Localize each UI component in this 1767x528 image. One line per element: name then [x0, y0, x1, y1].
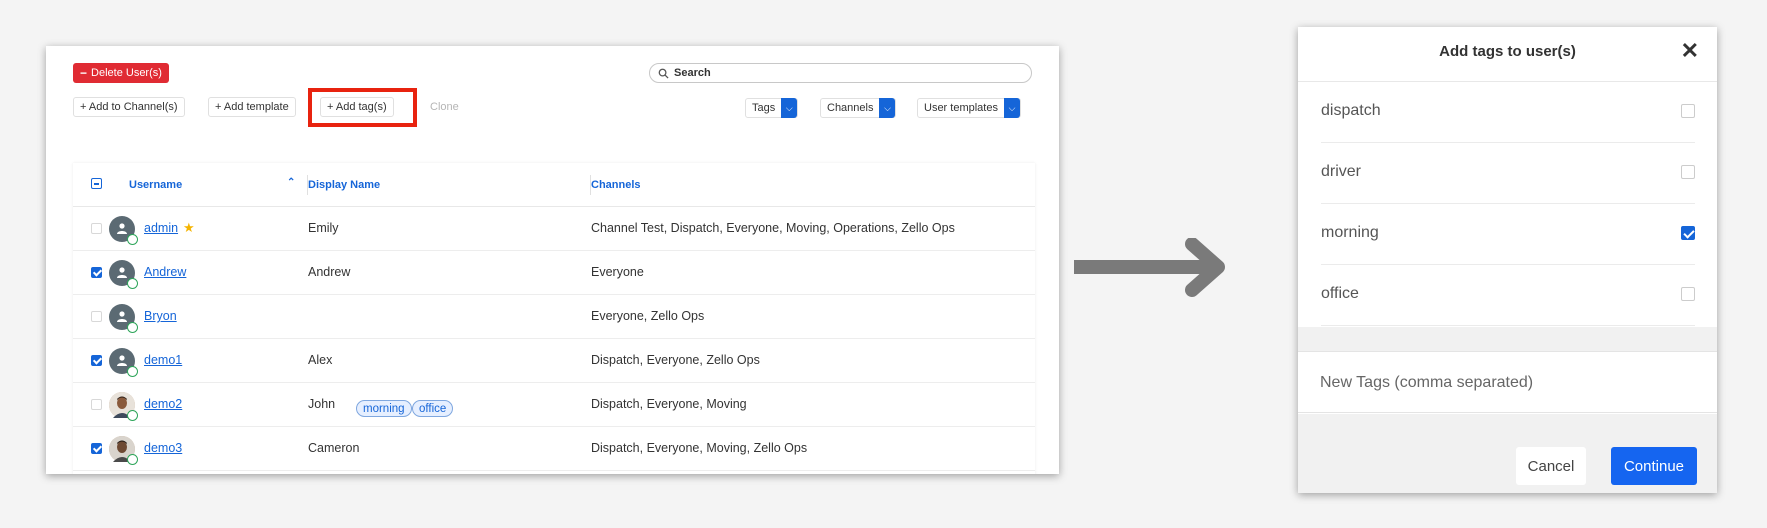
avatar	[109, 348, 138, 377]
user-icon	[117, 355, 127, 366]
delete-users-label: Delete User(s)	[91, 67, 162, 79]
username-link[interactable]: demo3	[144, 441, 182, 455]
select-all-checkbox[interactable]	[91, 178, 102, 189]
minus-icon: −	[80, 66, 88, 80]
continue-button[interactable]: Continue	[1611, 447, 1697, 485]
tag-option-label: office	[1321, 285, 1359, 302]
search-input[interactable]: Search	[649, 63, 1032, 83]
username-link[interactable]: admin	[144, 221, 178, 235]
channels-cell: Everyone	[591, 265, 644, 279]
chevron-down-icon: ⌵	[879, 98, 896, 118]
online-status-icon	[127, 322, 138, 333]
search-placeholder: Search	[674, 67, 711, 79]
username-link[interactable]: demo2	[144, 397, 182, 411]
online-status-icon	[127, 410, 138, 421]
row-checkbox[interactable]	[91, 223, 102, 234]
cancel-button[interactable]: Cancel	[1516, 447, 1586, 485]
new-tags-input[interactable]	[1320, 370, 1690, 396]
row-checkbox[interactable]	[91, 443, 102, 454]
dialog-title: Add tags to user(s)	[1439, 43, 1576, 60]
row-checkbox[interactable]	[91, 399, 102, 410]
sort-up-icon[interactable]: ⌃	[287, 177, 295, 188]
table-row[interactable]: Andrew Andrew Everyone	[73, 251, 1035, 295]
channels-filter-dropdown[interactable]: Channels ⌵	[820, 98, 897, 118]
user-icon	[117, 267, 127, 278]
avatar	[109, 216, 138, 245]
display-name: John	[308, 397, 336, 411]
tag-option-checkbox[interactable]	[1681, 104, 1695, 118]
tag-option-checkbox[interactable]	[1681, 287, 1695, 301]
display-name: Alex	[308, 353, 333, 367]
display-name: Emily	[308, 221, 339, 235]
tag-option-label: dispatch	[1321, 102, 1381, 119]
tag-option[interactable]: dispatch	[1321, 82, 1695, 143]
add-to-channels-button[interactable]: + Add to Channel(s)	[73, 97, 185, 117]
spacer	[1298, 327, 1717, 351]
table-header: Username ⌃ Display Name Channels	[73, 163, 1035, 207]
table-row[interactable]: demo1 Alex Dispatch, Everyone, Zello Ops	[73, 339, 1035, 383]
chevron-down-icon: ⌵	[1003, 98, 1020, 118]
username-column-header[interactable]: Username	[129, 179, 182, 191]
user-management-window: − Delete User(s) Search + Add to Channel…	[46, 46, 1059, 474]
table-row[interactable]: demo3 Cameron Dispatch, Everyone, Moving…	[73, 427, 1035, 471]
tag-option[interactable]: driver	[1321, 143, 1695, 204]
tag-chip[interactable]: office	[412, 400, 454, 417]
channels-cell: Dispatch, Everyone, Moving	[591, 397, 747, 411]
table-row[interactable]: admin ★ Emily Channel Test, Dispatch, Ev…	[73, 207, 1035, 251]
tag-option-checkbox[interactable]	[1681, 165, 1695, 179]
table-row[interactable]: demo2 John morning office Dispatch, Ever…	[73, 383, 1035, 427]
tag-chip[interactable]: morning	[356, 400, 412, 417]
tag-option[interactable]: office	[1321, 265, 1695, 326]
username-link[interactable]: Bryon	[144, 309, 177, 323]
online-status-icon	[127, 278, 138, 289]
online-status-icon	[127, 366, 138, 377]
display-name-column-header[interactable]: Display Name	[308, 179, 380, 191]
username-link[interactable]: demo1	[144, 353, 182, 367]
star-icon: ★	[183, 220, 195, 235]
user-templates-filter-dropdown[interactable]: User templates ⌵	[917, 98, 1021, 118]
avatar	[109, 436, 138, 465]
channels-cell: Dispatch, Everyone, Zello Ops	[591, 353, 760, 367]
delete-users-button[interactable]: − Delete User(s)	[73, 63, 169, 83]
right-arrow-icon	[1074, 238, 1225, 297]
channels-cell: Channel Test, Dispatch, Everyone, Moving…	[591, 221, 955, 235]
search-icon	[658, 68, 669, 79]
username-link[interactable]: Andrew	[144, 265, 186, 279]
users-table: Username ⌃ Display Name Channels admin ★…	[73, 163, 1035, 474]
user-templates-filter-label: User templates	[924, 102, 998, 114]
channels-cell: Everyone, Zello Ops	[591, 309, 705, 323]
avatar	[109, 260, 138, 289]
display-name: Andrew	[308, 265, 351, 279]
add-tags-dialog: Add tags to user(s) ✕ dispatch driver mo…	[1298, 27, 1717, 493]
tag-option[interactable]: morning	[1321, 204, 1695, 265]
row-checkbox[interactable]	[91, 311, 102, 322]
online-status-icon	[127, 454, 138, 465]
close-icon[interactable]: ✕	[1681, 38, 1699, 64]
add-template-button[interactable]: + Add template	[208, 97, 296, 117]
row-checkbox[interactable]	[91, 267, 102, 278]
user-icon	[117, 223, 127, 234]
clone-button[interactable]: Clone	[423, 97, 466, 117]
new-tags-field-wrapper	[1298, 351, 1717, 413]
tag-option-label: morning	[1321, 224, 1379, 241]
tags-filter-dropdown[interactable]: Tags ⌵	[745, 98, 799, 118]
tag-option-checkbox[interactable]	[1681, 226, 1695, 240]
tag-option-label: driver	[1321, 163, 1362, 180]
tags-filter-label: Tags	[752, 102, 776, 114]
table-row[interactable]: Bryon Everyone, Zello Ops	[73, 295, 1035, 339]
user-icon	[117, 311, 127, 322]
add-tags-highlight	[308, 88, 417, 127]
row-checkbox[interactable]	[91, 355, 102, 366]
display-name: Cameron	[308, 441, 360, 455]
channels-column-header[interactable]: Channels	[591, 179, 641, 191]
avatar	[109, 392, 138, 421]
chevron-down-icon: ⌵	[781, 98, 798, 118]
online-status-icon	[127, 234, 138, 245]
avatar	[109, 304, 138, 333]
channels-filter-label: Channels	[827, 102, 874, 114]
channels-cell: Dispatch, Everyone, Moving, Zello Ops	[591, 441, 808, 455]
